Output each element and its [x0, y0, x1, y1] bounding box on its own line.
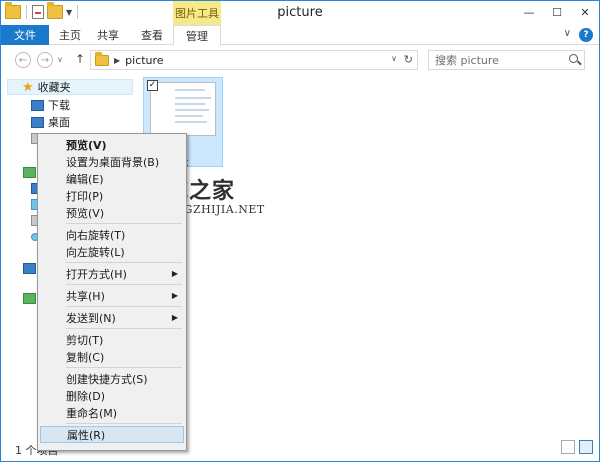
refresh-icon[interactable]: ↻ — [404, 53, 413, 66]
menu-separator — [66, 223, 182, 224]
recent-locations-icon[interactable]: ∨ — [57, 55, 63, 64]
submenu-arrow-icon: ▶ — [171, 313, 178, 322]
menu-item[interactable]: 创建快捷方式(S) — [40, 370, 184, 387]
menu-separator — [66, 367, 182, 368]
title-bar: ▼ 图片工具 picture — ☐ ✕ — [1, 1, 599, 25]
menu-item[interactable]: 重命名(M) — [40, 404, 184, 421]
menu-item[interactable]: 属性(R) — [40, 426, 184, 443]
menu-item[interactable]: 设置为桌面背景(B) — [40, 153, 184, 170]
menu-item-label: 共享(H) — [66, 289, 105, 303]
back-button[interactable]: ← — [15, 52, 31, 68]
address-bar[interactable]: ▶ picture ∨ ↻ — [90, 50, 418, 70]
forward-button[interactable]: → — [37, 52, 53, 68]
download-folder-icon — [31, 99, 44, 111]
search-placeholder: 搜索 picture — [435, 54, 499, 67]
menu-item[interactable]: 向左旋转(L) — [40, 243, 184, 260]
menu-item-label: 打开方式(H) — [66, 267, 127, 281]
menu-item[interactable]: 预览(V) — [40, 204, 184, 221]
menu-item-label: 重命名(M) — [66, 406, 118, 420]
sidebar-item-label: 下载 — [48, 99, 70, 112]
navigation-bar: ← → ∨ ↑ ▶ picture ∨ ↻ 搜索 picture — [1, 47, 599, 73]
help-icon[interactable]: ? — [579, 28, 593, 42]
libraries-icon[interactable] — [23, 167, 36, 178]
sidebar-item-label: 桌面 — [48, 116, 70, 129]
tab-home[interactable]: 主页 — [53, 25, 87, 45]
menu-item[interactable]: 共享(H) ▶ — [40, 287, 184, 304]
menu-item[interactable]: 向右旋转(T) — [40, 226, 184, 243]
menu-item[interactable]: 复制(C) — [40, 348, 184, 365]
menu-separator — [66, 306, 182, 307]
folder-icon — [95, 51, 109, 66]
minimize-button[interactable]: — — [515, 1, 543, 23]
menu-item[interactable]: 剪切(T) — [40, 331, 184, 348]
item-checkbox[interactable]: ✓ — [147, 80, 158, 91]
sidebar-item-favorites[interactable]: ★ 收藏夹 — [7, 79, 133, 95]
image-thumbnail — [150, 82, 216, 136]
close-button[interactable]: ✕ — [571, 1, 599, 23]
menu-item-label: 删除(D) — [66, 389, 106, 403]
maximize-button[interactable]: ☐ — [543, 1, 571, 23]
sidebar-item-downloads[interactable]: 下载 — [31, 97, 70, 113]
ribbon-tabs: 文件 主页 共享 查看 管理 ∨ ? — [1, 25, 599, 46]
search-icon — [569, 54, 578, 63]
menu-item-label: 属性(R) — [67, 428, 106, 442]
menu-item-label: 设置为桌面背景(B) — [66, 155, 160, 169]
tab-share[interactable]: 共享 — [91, 25, 125, 45]
window-title: picture — [277, 5, 323, 20]
menu-item-label: 预览(V) — [66, 138, 107, 152]
menu-item-label: 剪切(T) — [66, 333, 104, 347]
menu-item-label: 复制(C) — [66, 350, 105, 364]
chevron-down-icon[interactable]: ∨ — [564, 28, 571, 42]
context-menu: 预览(V) 设置为桌面背景(B) 编辑(E) 打印(P) 预览(V) 向右旋转(T) 向左旋… — [37, 133, 187, 451]
details-view-icon[interactable] — [561, 440, 575, 454]
tab-file[interactable]: 文件 — [1, 25, 49, 45]
sidebar-item-label: 收藏夹 — [37, 81, 71, 94]
search-input[interactable]: 搜索 picture — [428, 50, 585, 70]
ribbon-right: ∨ ? — [564, 28, 593, 42]
menu-separator — [66, 284, 182, 285]
menu-item-label: 创建快捷方式(S) — [66, 372, 148, 386]
menu-separator — [66, 328, 182, 329]
large-icons-view-icon[interactable] — [579, 440, 593, 454]
submenu-arrow-icon: ▶ — [171, 269, 178, 278]
tab-view[interactable]: 查看 — [135, 25, 169, 45]
star-icon: ★ — [22, 79, 34, 95]
menu-separator — [66, 262, 182, 263]
explorer-window: ▼ 图片工具 picture — ☐ ✕ 文件 主页 共享 查看 管理 ∨ ? … — [0, 0, 600, 462]
window-controls: — ☐ ✕ — [515, 1, 599, 23]
view-switcher — [561, 440, 593, 454]
menu-separator — [66, 423, 182, 424]
menu-item[interactable]: 预览(V) — [40, 136, 184, 153]
menu-item[interactable]: 发送到(N) ▶ — [40, 309, 184, 326]
address-dropdown-icon[interactable]: ∨ — [391, 54, 397, 63]
menu-item[interactable]: 打开方式(H) ▶ — [40, 265, 184, 282]
menu-item-label: 打印(P) — [66, 189, 104, 203]
menu-item[interactable]: 删除(D) — [40, 387, 184, 404]
breadcrumb[interactable]: picture — [125, 54, 163, 67]
submenu-arrow-icon: ▶ — [171, 291, 178, 300]
menu-item[interactable]: 编辑(E) — [40, 170, 184, 187]
menu-item-label: 预览(V) — [66, 206, 105, 220]
menu-item-label: 向右旋转(T) — [66, 228, 126, 242]
up-button[interactable]: ↑ — [75, 52, 85, 66]
chevron-right-icon[interactable]: ▶ — [114, 56, 120, 65]
desktop-icon — [31, 116, 44, 128]
menu-item-label: 编辑(E) — [66, 172, 104, 186]
sidebar-item-desktop[interactable]: 桌面 — [31, 114, 70, 130]
network-icon[interactable] — [23, 293, 36, 304]
menu-item[interactable]: 打印(P) — [40, 187, 184, 204]
computer-icon[interactable] — [23, 263, 36, 274]
menu-item-label: 向左旋转(L) — [66, 245, 125, 259]
tab-manage[interactable]: 管理 — [173, 25, 221, 46]
menu-item-label: 发送到(N) — [66, 311, 116, 325]
